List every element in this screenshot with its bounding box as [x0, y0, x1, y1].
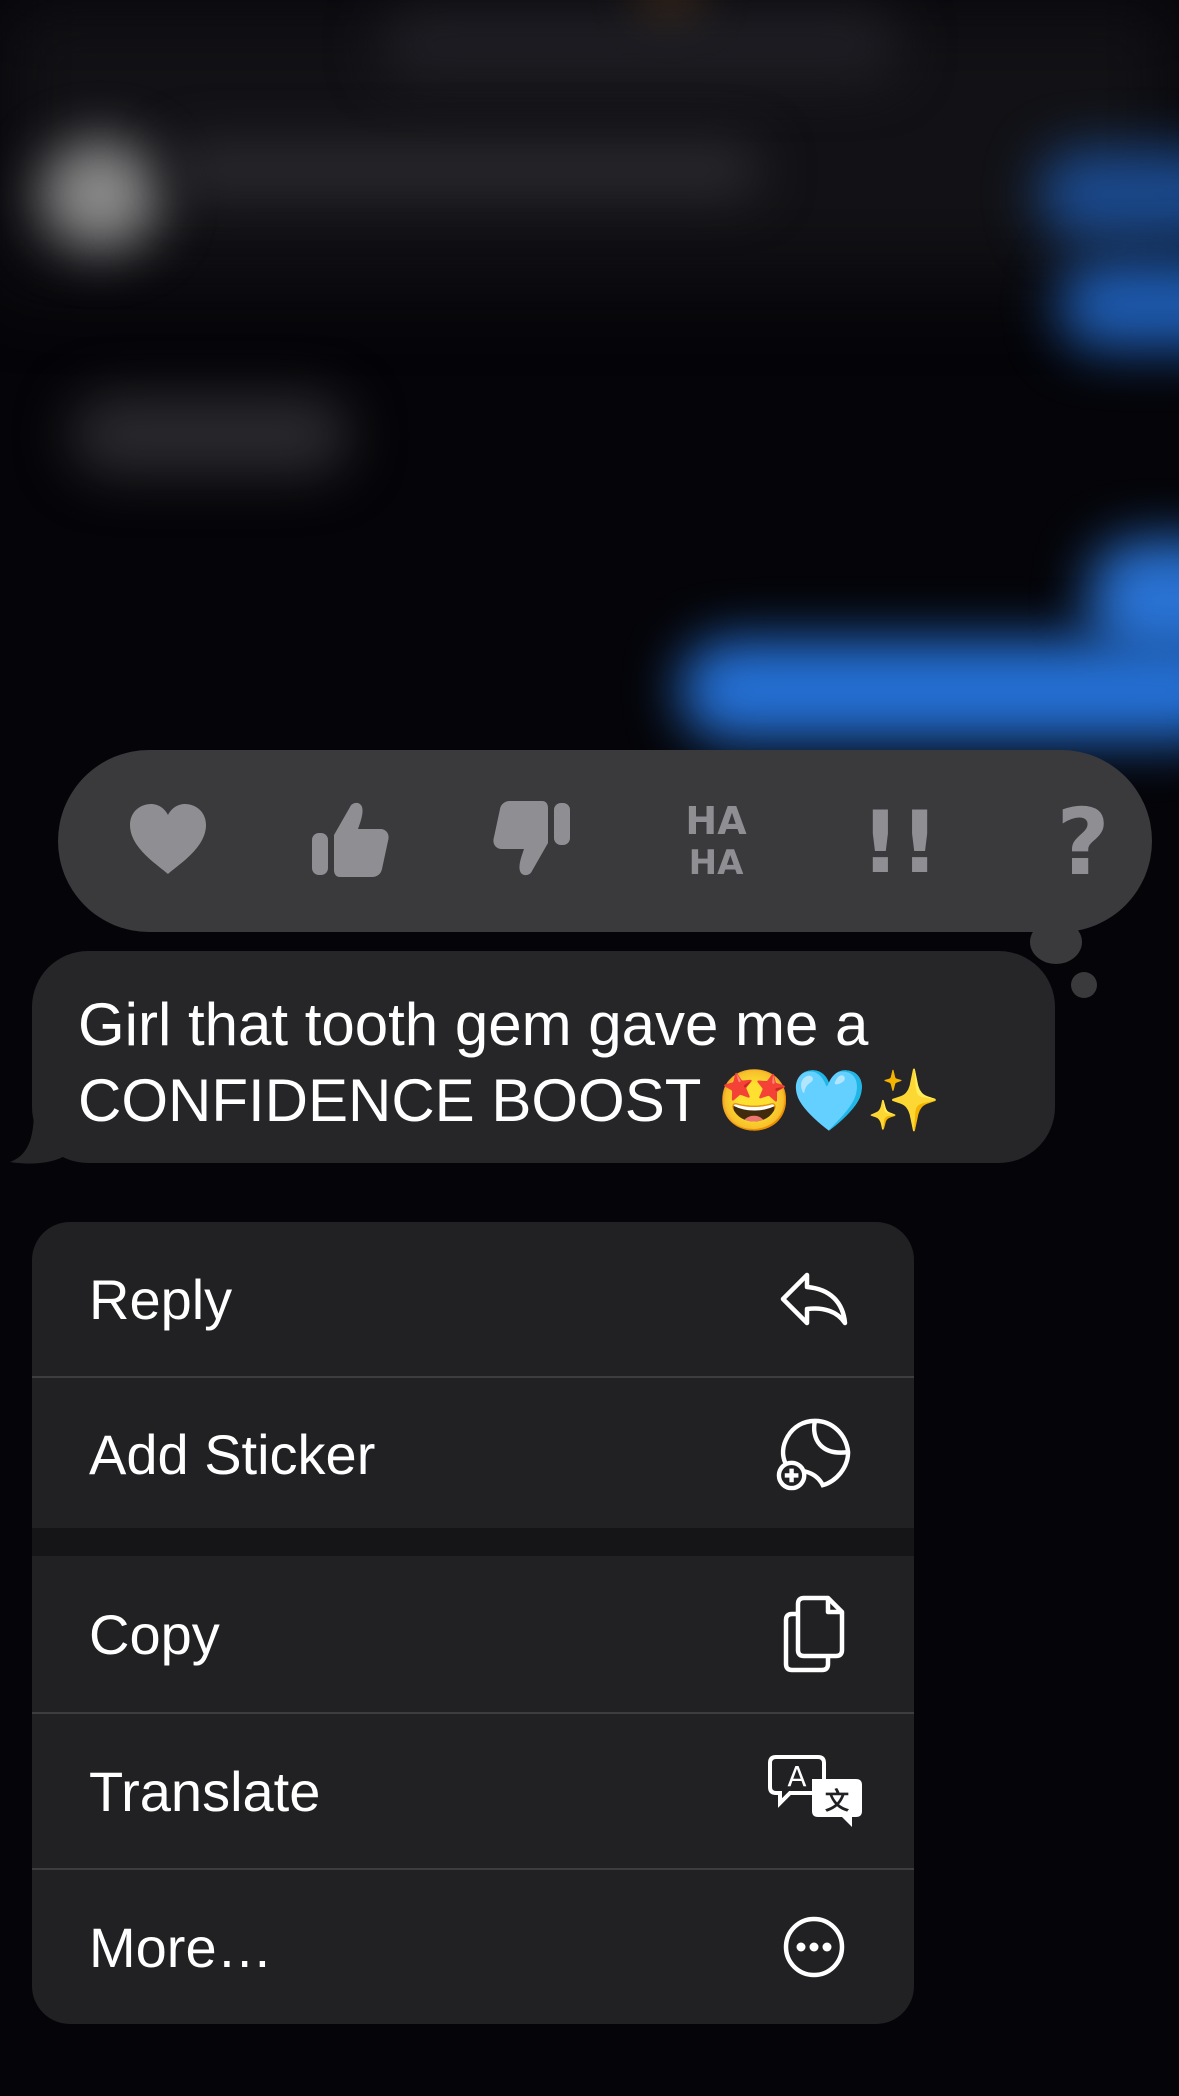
reply-icon — [776, 1261, 852, 1337]
menu-item-copy[interactable]: Copy — [32, 1556, 914, 1712]
svg-text:?: ? — [1056, 794, 1109, 884]
blurred-sent-bubble — [680, 640, 1179, 740]
menu-group-primary: Reply Add Sticker — [32, 1222, 914, 1528]
thumbs-up-icon — [312, 802, 389, 877]
blurred-name-bar — [170, 145, 760, 195]
message-bubble[interactable]: Girl that tooth gem gave me a CONFIDENCE… — [32, 951, 1055, 1163]
thumbs-down-icon — [493, 801, 570, 876]
tapback-heart[interactable] — [113, 784, 223, 894]
menu-group-divider — [32, 1528, 914, 1556]
svg-text:文: 文 — [825, 1787, 850, 1815]
menu-item-add-sticker[interactable]: Add Sticker — [32, 1376, 914, 1528]
message-text-line-1: Girl that tooth gem gave me a — [78, 991, 869, 1058]
tapback-thumbs-up[interactable] — [295, 784, 405, 894]
translate-icon: A 文 — [768, 1753, 864, 1829]
copy-icon — [776, 1595, 852, 1673]
tapback-question[interactable]: ? — [1028, 784, 1138, 894]
blurred-sent-bubble — [1060, 260, 1179, 350]
menu-item-label: Translate — [89, 1759, 321, 1823]
blurred-avatar — [40, 140, 160, 250]
blurred-sent-bubble — [1040, 150, 1179, 240]
menu-item-label: Reply — [89, 1267, 233, 1331]
menu-item-reply[interactable]: Reply — [32, 1222, 914, 1376]
message-context-menu: Reply Add Sticker Copy Translate A 文 Mor… — [32, 1222, 914, 2024]
more-icon — [776, 1909, 852, 1985]
menu-group-secondary: Copy Translate A 文 More… — [32, 1556, 914, 2024]
tapback-haha[interactable]: HA HA — [661, 784, 771, 894]
svg-text:A: A — [787, 1760, 806, 1793]
menu-item-label: Add Sticker — [89, 1422, 376, 1486]
heart-icon — [130, 804, 206, 874]
message-text-line-2: CONFIDENCE BOOST 🤩🩵✨ — [78, 1067, 942, 1134]
svg-text:!!: !! — [861, 794, 939, 884]
double-exclamation-icon: !! — [861, 794, 939, 884]
menu-item-more[interactable]: More… — [32, 1868, 914, 2024]
haha-icon: HA HA — [685, 799, 747, 883]
tapback-thumbs-down[interactable] — [477, 784, 587, 894]
question-mark-icon: ? — [1056, 794, 1109, 884]
tapback-reaction-bar: HA HA !! ? — [58, 750, 1152, 932]
svg-text:HA: HA — [689, 843, 744, 883]
blurred-header-bar — [380, 10, 900, 80]
menu-item-translate[interactable]: Translate A 文 — [32, 1712, 914, 1868]
add-sticker-icon — [776, 1416, 852, 1492]
blurred-received-bubble — [70, 395, 350, 475]
tapback-tail-dot — [1071, 972, 1097, 998]
tapback-tail-dot — [1030, 920, 1082, 964]
svg-text:HA: HA — [685, 799, 747, 843]
tapback-emphasize[interactable]: !! — [845, 784, 955, 894]
menu-item-label: Copy — [89, 1602, 220, 1666]
menu-item-label: More… — [89, 1915, 273, 1979]
